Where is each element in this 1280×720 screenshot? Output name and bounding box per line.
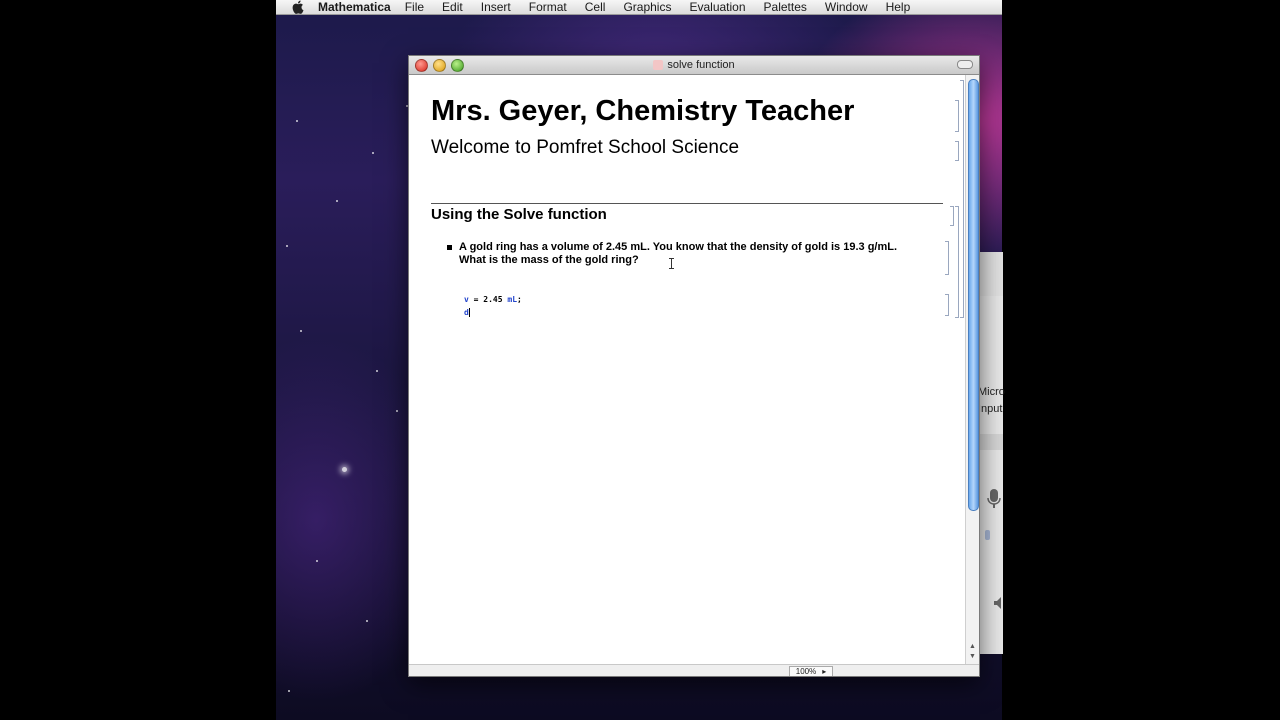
document-icon: [653, 60, 664, 70]
menu-format[interactable]: Format: [529, 0, 567, 14]
bullet-text-cell[interactable]: A gold ring has a volume of 2.45 mL. You…: [447, 241, 927, 267]
notebook-window: solve function Mrs. Geyer, Chemistry Tea…: [408, 55, 980, 677]
cell-bracket-input[interactable]: [945, 294, 949, 316]
menu-bar: Mathematica File Edit Insert Format Cell…: [276, 0, 1002, 15]
menu-evaluation[interactable]: Evaluation: [689, 0, 745, 14]
window-title: solve function: [667, 59, 735, 71]
section-heading: Using the Solve function: [431, 206, 607, 223]
zoom-button[interactable]: [451, 59, 464, 72]
input-cell[interactable]: v = 2.45 mL; d: [464, 293, 522, 319]
text-cursor-icon: [669, 258, 674, 269]
close-button[interactable]: [415, 59, 428, 72]
cell-bracket-section[interactable]: [950, 206, 954, 226]
notebook-content[interactable]: Mrs. Geyer, Chemistry Teacher Welcome to…: [409, 75, 965, 664]
group-bracket-section[interactable]: [955, 206, 959, 318]
zoom-level: 100%: [795, 667, 817, 676]
zoom-menu[interactable]: 100% ▸: [789, 666, 833, 676]
scrollbar-thumb[interactable]: [968, 79, 979, 511]
insertion-caret: [468, 308, 470, 317]
menu-app-name[interactable]: Mathematica: [318, 0, 391, 14]
group-bracket-notebook[interactable]: [960, 80, 964, 318]
cell-bracket-text[interactable]: [945, 241, 949, 275]
background-label-micro: Micro: [978, 386, 1005, 398]
menu-edit[interactable]: Edit: [442, 0, 463, 14]
input-line-2: d: [464, 308, 470, 317]
bullet-line-1: A gold ring has a volume of 2.45 mL. You…: [459, 241, 898, 253]
menu-cell[interactable]: Cell: [585, 0, 606, 14]
microphone-icon: [987, 488, 1001, 515]
notebook-title: Mrs. Geyer, Chemistry Teacher: [431, 95, 855, 127]
menu-graphics[interactable]: Graphics: [623, 0, 671, 14]
vertical-scrollbar[interactable]: ▲ ▼: [965, 75, 979, 664]
zoom-arrow-icon: ▸: [822, 667, 827, 676]
bullet-line-2: What is the mass of the gold ring?: [459, 254, 639, 266]
cell-bracket-title[interactable]: [955, 100, 959, 132]
menu-help[interactable]: Help: [886, 0, 911, 14]
minimize-button[interactable]: [433, 59, 446, 72]
notebook-subtitle: Welcome to Pomfret School Science: [431, 137, 740, 158]
status-bar: 100% ▸: [409, 664, 979, 676]
speaker-icon: [993, 596, 1005, 615]
window-titlebar[interactable]: solve function: [409, 56, 979, 75]
background-window: Micro Input: [976, 252, 1005, 654]
menu-palettes[interactable]: Palettes: [764, 0, 807, 14]
bullet-marker: [447, 245, 452, 250]
input-line-1: v = 2.45 mL;: [464, 295, 522, 304]
apple-icon[interactable]: [292, 0, 306, 14]
background-label-input: Input: [978, 403, 1003, 415]
menu-window[interactable]: Window: [825, 0, 868, 14]
level-indicator: [985, 530, 990, 540]
menu-insert[interactable]: Insert: [481, 0, 511, 14]
toolbar-toggle-button[interactable]: [957, 60, 973, 69]
scroll-arrows[interactable]: ▲ ▼: [966, 642, 979, 662]
section-divider: [431, 203, 943, 204]
menu-file[interactable]: File: [405, 0, 424, 14]
cell-bracket-subtitle[interactable]: [955, 141, 959, 161]
